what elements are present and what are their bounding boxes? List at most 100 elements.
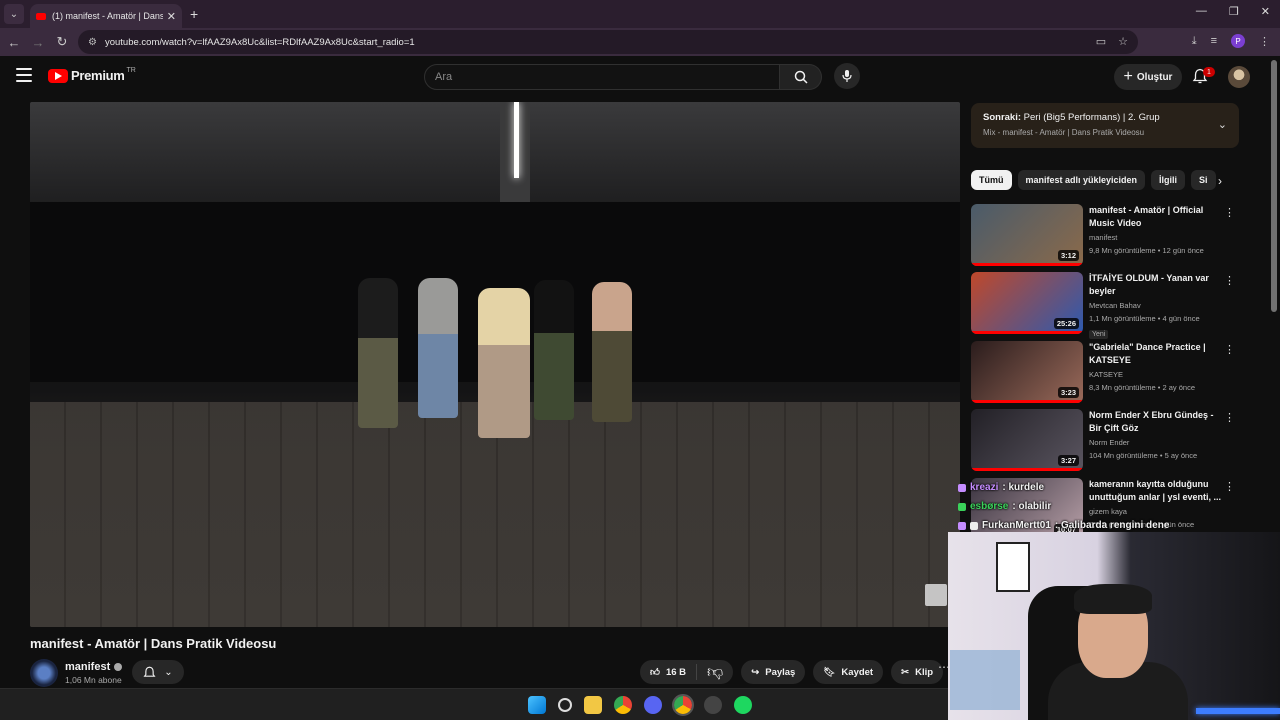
new-tab-button[interactable]: +: [190, 6, 198, 22]
chrome-active-icon[interactable]: [672, 694, 694, 716]
more-options-icon[interactable]: ⋮: [1224, 206, 1235, 219]
browser-tab-strip: ⌄ (1) manifest - Amatör | Dans Pr... ✕ +…: [0, 0, 1280, 28]
bookmark-star-icon[interactable]: ☆: [1118, 35, 1128, 48]
video-thumbnail[interactable]: 3:12: [971, 204, 1083, 266]
recommended-meta: 8,3 Mn görüntüleme • 2 ay önce: [1089, 383, 1196, 392]
browser-toolbar: ← → ↻ ⚙ youtube.com/watch?v=lfAAZ9Ax8Uc&…: [0, 28, 1280, 56]
more-options-icon[interactable]: ⋮: [1224, 274, 1235, 287]
channel-name[interactable]: manifest: [65, 661, 123, 673]
recommended-video[interactable]: 3:27 Norm Ender X Ebru Gündeş - Bir Çift …: [971, 409, 1241, 471]
browser-menu-icon[interactable]: ⋮: [1259, 35, 1270, 48]
webcam-overlay: [948, 532, 1280, 720]
recommended-channel[interactable]: Mevtcan Bahav: [1089, 301, 1227, 310]
clip-button[interactable]: ✂ Klip: [891, 660, 944, 684]
search-button[interactable]: [780, 64, 822, 90]
dislike-button[interactable]: 👎︎: [697, 663, 733, 682]
video-thumbnail[interactable]: 25:26: [971, 272, 1083, 334]
menu-icon[interactable]: [16, 68, 32, 82]
chat-message: esbørse: olabilir: [958, 497, 1169, 516]
scissors-icon: ✂: [901, 666, 910, 678]
window-close-icon[interactable]: ✕: [1261, 5, 1270, 18]
up-next-title: Peri (Big5 Performans) | 2. Grup: [1023, 112, 1160, 123]
up-next-panel[interactable]: Sonraki: Peri (Big5 Performans) | 2. Gru…: [971, 103, 1239, 148]
logo-region: TR: [126, 67, 136, 74]
address-bar[interactable]: ⚙ youtube.com/watch?v=lfAAZ9Ax8Uc&list=R…: [78, 30, 1138, 54]
recommended-meta: 9,8 Mn görüntüleme • 12 gün önce: [1089, 246, 1204, 255]
recommended-video[interactable]: 3:23 "Gabriela" Dance Practice | KATSEYE K…: [971, 341, 1241, 403]
verified-icon: [114, 663, 123, 672]
search-icon: [794, 70, 808, 84]
video-scene-ceiling: [30, 102, 960, 214]
back-icon[interactable]: ←: [2, 35, 26, 50]
video-player[interactable]: [30, 102, 960, 627]
recommended-title[interactable]: İTFAİYE OLDUM - Yanan var beyler: [1089, 272, 1227, 298]
media-control-icon[interactable]: ≡: [1211, 35, 1217, 47]
reload-icon[interactable]: ↻: [50, 34, 74, 50]
cast-icon[interactable]: ▭: [1096, 35, 1106, 48]
share-button[interactable]: ↪ Paylaş: [741, 660, 806, 684]
more-options-icon[interactable]: ⋮: [1224, 480, 1235, 493]
chip-more[interactable]: Si: [1191, 170, 1216, 190]
restore-icon[interactable]: ❐: [1229, 5, 1239, 18]
file-explorer-icon[interactable]: [584, 696, 602, 714]
recommended-channel[interactable]: KATSEYE: [1089, 370, 1227, 379]
more-options-icon[interactable]: ⋮: [1224, 411, 1235, 424]
chip-related[interactable]: İlgili: [1151, 170, 1186, 190]
recommended-video[interactable]: 25:26 İTFAİYE OLDUM - Yanan var beyler Mev…: [971, 272, 1241, 339]
video-thumbnail[interactable]: 3:27: [971, 409, 1083, 471]
chat-badge-icon: [958, 521, 966, 530]
more-options-icon[interactable]: ⋮: [1224, 343, 1235, 356]
recommended-video[interactable]: 3:12 manifest - Amatör | Official Music V…: [971, 204, 1241, 266]
chevron-down-icon[interactable]: ⌄: [1218, 118, 1227, 131]
chip-from-uploader[interactable]: manifest adlı yükleyiciden: [1017, 170, 1146, 190]
channel-watermark[interactable]: [925, 584, 947, 606]
recommended-title[interactable]: manifest - Amatör | Official Music Video: [1089, 204, 1227, 230]
forward-icon[interactable]: →: [26, 35, 50, 50]
share-icon: ↪: [751, 666, 760, 678]
app-icon[interactable]: [704, 696, 722, 714]
downloads-icon[interactable]: ⤓: [1192, 35, 1197, 48]
video-actions: 👍︎ 16 B 👎︎ ↪ Paylaş 🔖︎ Kaydet ✂ Klip: [640, 660, 944, 684]
page-scrollbar[interactable]: [1271, 60, 1277, 312]
chevron-down-icon: ⌄: [164, 666, 173, 678]
discord-icon[interactable]: [644, 696, 662, 714]
account-avatar[interactable]: [1228, 66, 1250, 88]
chat-text: : Galibarda rengini dene: [1054, 520, 1170, 531]
search-input[interactable]: Ara: [424, 64, 781, 90]
windows-start-icon[interactable]: [528, 696, 546, 714]
voice-search-button[interactable]: [834, 63, 860, 89]
create-label: Oluştur: [1136, 71, 1173, 83]
chrome-icon[interactable]: [614, 696, 632, 714]
mic-icon: [842, 70, 852, 82]
video-duration: 25:26: [1053, 318, 1079, 329]
dancer-figure: [592, 282, 632, 422]
minimize-icon[interactable]: —: [1196, 5, 1207, 18]
like-button[interactable]: 👍︎ 16 B: [640, 664, 698, 680]
recommended-title[interactable]: Norm Ender X Ebru Gündeş - Bir Çift Göz: [1089, 409, 1227, 435]
recommended-channel[interactable]: manifest: [1089, 233, 1227, 242]
subscription-bell-button[interactable]: ⌄: [132, 660, 184, 684]
recommended-channel[interactable]: Norm Ender: [1089, 438, 1227, 447]
chip-all[interactable]: Tümü: [971, 170, 1012, 190]
tab-search-button[interactable]: ⌄: [4, 4, 24, 24]
dancer-figure: [358, 278, 398, 428]
recommended-title[interactable]: "Gabriela" Dance Practice | KATSEYE: [1089, 341, 1227, 367]
save-button[interactable]: 🔖︎ Kaydet: [813, 660, 884, 684]
taskbar-search-icon[interactable]: [558, 698, 572, 712]
webcam-streamer-hair: [1074, 584, 1152, 614]
spotify-icon[interactable]: [734, 696, 752, 714]
watch-progress-bar: [971, 263, 1083, 266]
youtube-logo[interactable]: Premium TR: [48, 67, 136, 83]
chat-username: FurkanMertt01: [982, 520, 1051, 531]
create-button[interactable]: + Oluştur: [1114, 64, 1182, 90]
channel-avatar[interactable]: [30, 659, 58, 687]
video-thumbnail[interactable]: 3:23: [971, 341, 1083, 403]
watch-progress-bar: [971, 400, 1083, 403]
site-info-icon[interactable]: ⚙: [88, 37, 97, 48]
browser-tab[interactable]: (1) manifest - Amatör | Dans Pr... ✕: [30, 4, 182, 28]
chat-text: : olabilir: [1012, 501, 1052, 512]
up-next-subtitle: Mix - manifest - Amatör | Dans Pratik Vi…: [983, 128, 1145, 137]
close-tab-icon[interactable]: ✕: [167, 10, 176, 23]
profile-avatar[interactable]: P: [1231, 34, 1245, 48]
chevron-right-icon[interactable]: ›: [1218, 174, 1222, 188]
